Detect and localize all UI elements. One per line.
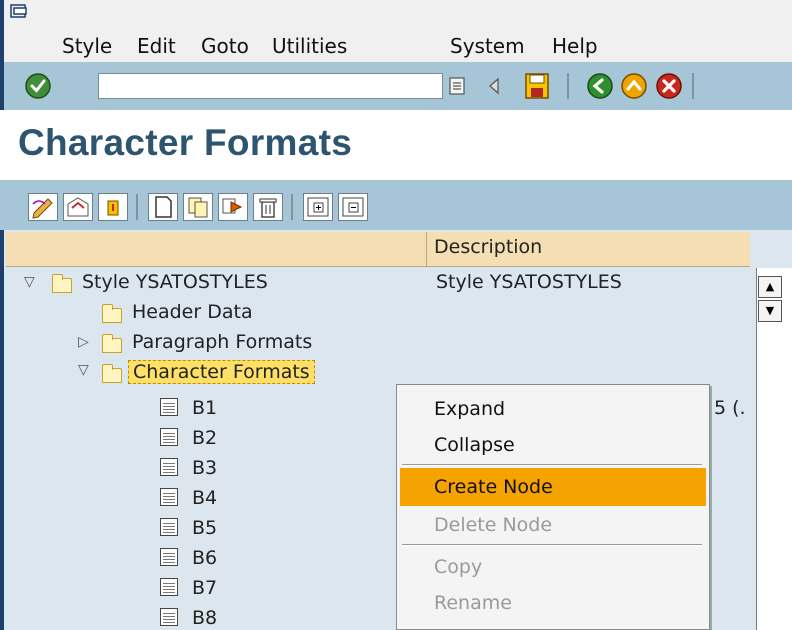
format-node-icon: [160, 608, 178, 626]
menu-utilities[interactable]: Utilities: [272, 34, 347, 58]
tree-node-paragraph-formats[interactable]: Paragraph Formats: [132, 331, 312, 353]
format-node-icon: [160, 548, 178, 566]
display-change-button[interactable]: [28, 193, 58, 221]
move-button[interactable]: [218, 193, 248, 221]
window-accent: [0, 230, 4, 630]
copy-icon: [188, 197, 208, 218]
toolbar-separator: [291, 194, 293, 220]
context-menu-rename: Rename: [434, 592, 512, 614]
activate-icon: [107, 200, 119, 216]
column-separator[interactable]: [426, 232, 427, 266]
command-field-menu-icon[interactable]: [448, 76, 468, 96]
expanded-triangle-icon[interactable]: ▽: [78, 362, 89, 378]
other-object-button[interactable]: [63, 193, 93, 221]
check-icon[interactable]: [24, 72, 52, 100]
tree-node-description: Style YSATOSTYLES: [436, 271, 622, 293]
tree-node-b1[interactable]: B1: [192, 397, 217, 419]
context-menu-collapse[interactable]: Collapse: [434, 434, 515, 456]
create-button[interactable]: [148, 193, 178, 221]
display-change-icon: [67, 197, 89, 217]
green-back-icon[interactable]: [586, 72, 614, 100]
cancel-icon[interactable]: [655, 72, 683, 100]
menu-style[interactable]: Style: [62, 34, 112, 58]
column-header-description[interactable]: Description: [434, 236, 542, 258]
tree-node-b3[interactable]: B3: [192, 457, 217, 479]
tree-node-header-data[interactable]: Header Data: [132, 301, 253, 323]
save-icon[interactable]: [524, 72, 550, 100]
tree-node-b8[interactable]: B8: [192, 607, 217, 629]
format-node-icon: [160, 428, 178, 446]
page-title: Character Formats: [18, 122, 353, 163]
vertical-scrollbar[interactable]: [756, 268, 792, 630]
back-arrow-icon[interactable]: [485, 76, 503, 96]
folder-icon: [102, 334, 122, 353]
collapsed-triangle-icon[interactable]: ▷: [78, 334, 89, 350]
tree-node-b7[interactable]: B7: [192, 577, 217, 599]
window-accent: [0, 62, 4, 110]
toolbar-separator: [136, 194, 138, 220]
format-node-icon: [160, 578, 178, 596]
pencil-icon: [32, 198, 53, 219]
delete-icon: [259, 198, 277, 218]
open-folder-icon: [102, 364, 122, 383]
toolbar-separator: [692, 73, 694, 99]
format-node-icon: [160, 518, 178, 536]
expanded-triangle-icon[interactable]: ▽: [24, 274, 35, 290]
menu-separator: [402, 464, 702, 466]
expand-subtree-button[interactable]: [303, 193, 333, 221]
menu-separator: [402, 544, 702, 546]
menu-help[interactable]: Help: [552, 34, 598, 58]
tree-node-character-formats[interactable]: Character Formats: [128, 360, 315, 384]
context-menu-delete-node: Delete Node: [434, 514, 553, 536]
format-node-icon: [160, 398, 178, 416]
scroll-down-button[interactable]: ▼: [758, 300, 782, 322]
tree-node-b2[interactable]: B2: [192, 427, 217, 449]
tree-node-b4[interactable]: B4: [192, 487, 217, 509]
format-node-icon: [160, 458, 178, 476]
menu-goto[interactable]: Goto: [201, 34, 249, 58]
window-accent: [0, 0, 4, 62]
move-icon: [222, 198, 243, 214]
format-node-icon: [160, 488, 178, 506]
create-icon: [155, 196, 172, 218]
collapse-subtree-button[interactable]: [338, 193, 368, 221]
folder-icon: [102, 304, 122, 323]
toolbar-separator: [567, 73, 569, 99]
context-menu-expand[interactable]: Expand: [434, 398, 505, 420]
menu-system[interactable]: System: [450, 34, 525, 58]
copy-button[interactable]: [183, 193, 213, 221]
context-menu-create-node[interactable]: Create Node: [434, 476, 553, 498]
tree-node-b6[interactable]: B6: [192, 547, 217, 569]
menu-bar: Style Edit Goto Utilities System Help: [0, 0, 792, 62]
context-menu-copy: Copy: [434, 556, 483, 578]
expand-subtree-icon: [307, 197, 329, 217]
folder-icon: [52, 274, 72, 293]
tree-node-b5[interactable]: B5: [192, 517, 217, 539]
menu-edit[interactable]: Edit: [137, 34, 176, 58]
command-field[interactable]: [98, 73, 443, 99]
exit-up-icon[interactable]: [620, 72, 648, 100]
tree-node-description: 5 (.: [714, 397, 746, 419]
collapse-subtree-icon: [342, 197, 364, 217]
activate-button[interactable]: [98, 193, 128, 221]
scroll-up-button[interactable]: ▲: [758, 276, 782, 298]
column-header-row: [6, 232, 750, 267]
delete-button[interactable]: [253, 193, 283, 221]
tree-node-style[interactable]: Style YSATOSTYLES: [82, 271, 268, 293]
menu-toggle-icon[interactable]: [10, 4, 30, 18]
